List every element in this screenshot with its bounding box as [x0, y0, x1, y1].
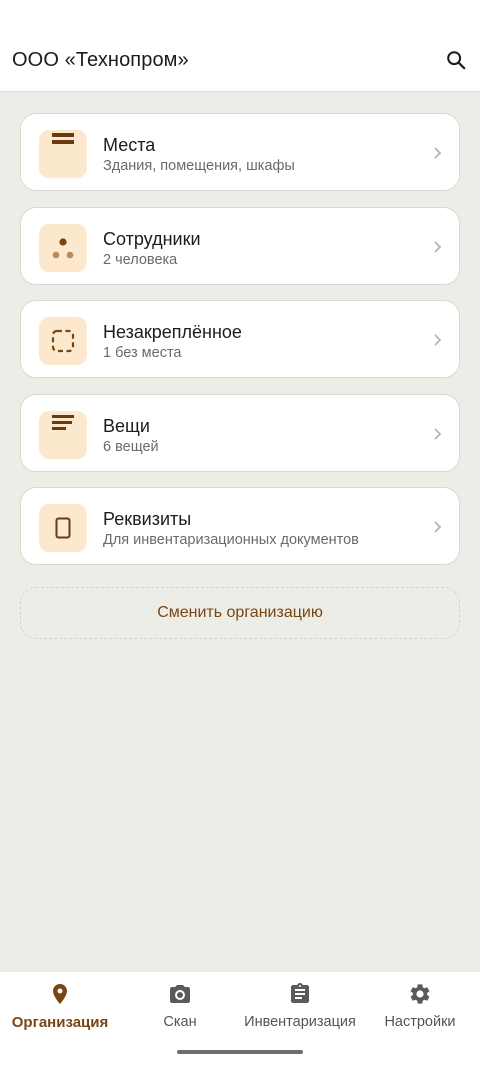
- card-items[interactable]: Вещи 6 вещей: [20, 393, 460, 472]
- chevron-right-icon: [434, 427, 442, 440]
- search-icon: [447, 51, 466, 70]
- card-title: Вещи: [103, 415, 150, 436]
- page-title: ООО «Технопром»: [12, 49, 189, 71]
- home-indicator[interactable]: [177, 1050, 303, 1054]
- chevron-right-icon: [434, 147, 442, 159]
- nav-settings[interactable]: Настройки: [360, 972, 480, 1042]
- document-icon: [39, 504, 87, 552]
- app-header: ООО «Технопром»: [0, 0, 480, 92]
- places-icon: [39, 130, 87, 178]
- unassigned-icon: [39, 317, 87, 365]
- card-requisites[interactable]: Реквизиты Для инвентаризационных докумен…: [20, 487, 460, 565]
- nav-label: Настройки: [384, 1014, 456, 1030]
- switch-organization-label: Сменить организацию: [157, 604, 323, 621]
- card-places[interactable]: Места Здания, помещения, шкафы: [20, 113, 460, 191]
- switch-organization-button[interactable]: Сменить организацию: [20, 587, 460, 639]
- nav-label: Скан: [163, 1014, 197, 1030]
- menu-list: Места Здания, помещения, шкафы Сотрудник…: [20, 113, 460, 581]
- card-unassigned[interactable]: Незакреплённое 1 без места: [20, 300, 460, 378]
- search-button[interactable]: [440, 44, 472, 76]
- card-employees[interactable]: Сотрудники 2 человека: [20, 206, 460, 285]
- people-icon: [39, 223, 87, 272]
- nav-inventory[interactable]: Инвентаризация: [240, 972, 360, 1042]
- location-pin-icon: [53, 984, 67, 1004]
- camera-icon: [170, 985, 190, 1003]
- card-subtitle: Здания, помещения, шкафы: [103, 158, 295, 174]
- chevron-right-icon: [434, 240, 442, 253]
- chevron-right-icon: [434, 334, 442, 346]
- nav-organization[interactable]: Организация: [0, 972, 120, 1042]
- card-title: Сотрудники: [103, 228, 201, 249]
- clipboard-icon: [291, 983, 309, 1003]
- nav-scan[interactable]: Скан: [120, 972, 240, 1042]
- nav-label: Инвентаризация: [244, 1014, 356, 1030]
- chevron-right-icon: [434, 521, 442, 533]
- gear-icon: [410, 984, 430, 1004]
- card-subtitle: 1 без места: [103, 345, 182, 361]
- card-title: Места: [103, 135, 156, 155]
- items-icon: [39, 410, 87, 459]
- card-title: Незакреплённое: [103, 322, 242, 342]
- card-subtitle: 2 человека: [103, 251, 178, 268]
- card-subtitle: Для инвентаризационных документов: [103, 532, 359, 548]
- nav-label: Организация: [11, 1014, 109, 1031]
- card-subtitle: 6 вещей: [103, 438, 159, 455]
- card-title: Реквизиты: [103, 509, 192, 529]
